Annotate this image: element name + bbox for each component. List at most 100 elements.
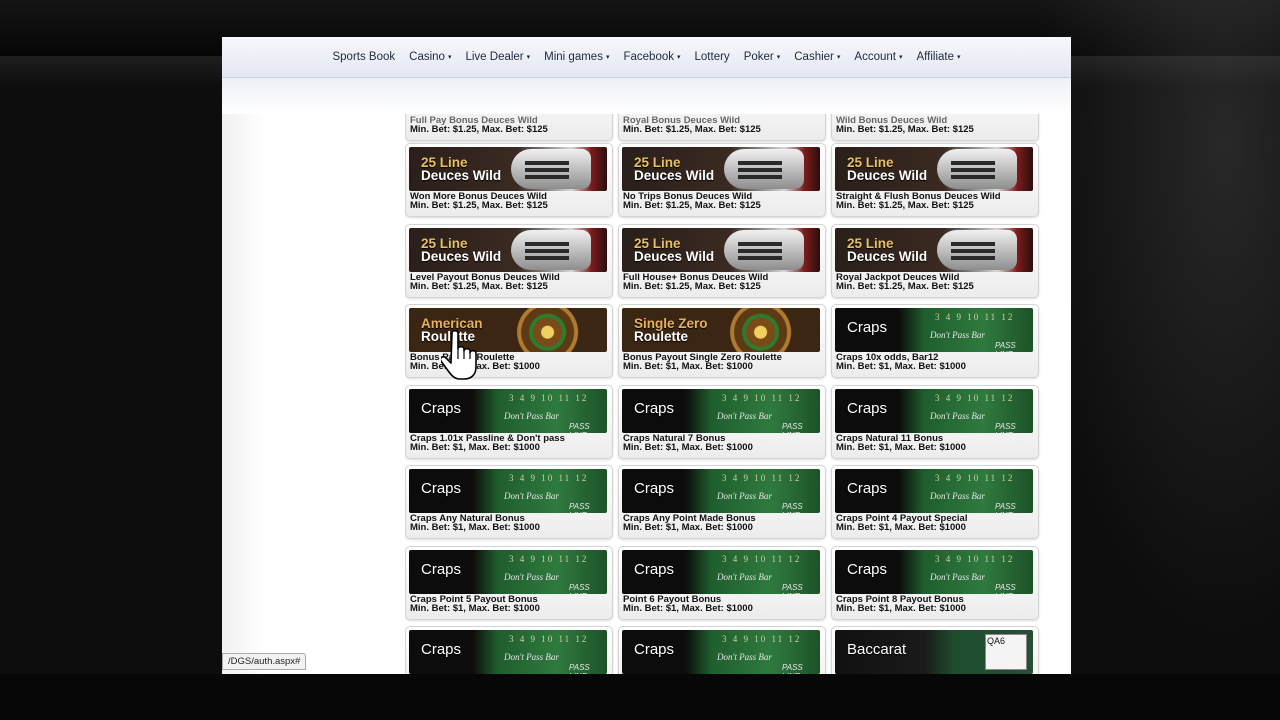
game-tile[interactable]: 25 Line Deuces Wild Full House+ Bonus Deuc… bbox=[618, 223, 826, 298]
game-banner-image: 25 Line Deuces Wild bbox=[622, 147, 820, 191]
game-bet-limits: Min. Bet: $1.25, Max. Bet: $125 bbox=[623, 124, 761, 135]
game-banner-title: Baccarat bbox=[847, 641, 907, 658]
craps-table-numbers: 3 4 9 10 11 12 bbox=[935, 392, 1015, 403]
game-banner-image: Craps 3 4 9 10 11 12 Don't Pass Bar PASS LI… bbox=[409, 469, 607, 513]
game-tile[interactable]: Craps 3 4 9 10 11 12 Don't Pass Bar PASS LI… bbox=[831, 545, 1039, 620]
game-banner-subtitle: Deuces Wild bbox=[634, 168, 715, 183]
game-bet-limits: Min. Bet: $1.25, Max. Bet: $125 bbox=[836, 124, 974, 135]
knight-helmet-icon bbox=[937, 229, 1017, 270]
craps-dont-pass-label: Don't Pass Bar bbox=[504, 652, 559, 662]
status-bar-url: /DGS/auth.aspx# bbox=[222, 653, 307, 670]
game-banner-image: Craps 3 4 9 10 11 12 Don't Pass Bar PASS LI… bbox=[835, 308, 1033, 352]
game-bet-limits: Min. Bet: $1, Max. Bet: $1000 bbox=[836, 441, 966, 453]
game-bet-limits: Min. Bet: $1.25, Max. Bet: $125 bbox=[836, 200, 974, 211]
game-bet-limits: Min. Bet: $1, Max. Bet: $1000 bbox=[836, 522, 966, 533]
craps-dont-pass-label: Don't Pass Bar bbox=[717, 652, 772, 662]
game-banner-title: Craps bbox=[634, 641, 675, 658]
nav-item-poker[interactable]: Poker ▾ bbox=[744, 51, 781, 63]
game-grid: Full Pay Bonus Deuces Wild Min. Bet: $1.2… bbox=[405, 114, 1041, 674]
game-banner-image: 25 Line Deuces Wild bbox=[835, 147, 1033, 191]
craps-dont-pass-label: Don't Pass Bar bbox=[930, 571, 985, 582]
game-tile[interactable]: Craps 3 4 9 10 11 12 Don't Pass Bar PASS LI… bbox=[405, 626, 613, 674]
game-banner-image: Craps 3 4 9 10 11 12 Don't Pass Bar PASS LI… bbox=[409, 549, 607, 594]
chevron-down-icon: ▾ bbox=[677, 54, 681, 61]
game-tile[interactable]: Craps 3 4 9 10 11 12 Don't Pass Bar PASS LI… bbox=[618, 626, 826, 674]
game-banner-image: 25 Line Deuces Wild bbox=[622, 227, 820, 272]
knight-helmet-icon bbox=[937, 149, 1017, 189]
nav-item-label: Lottery bbox=[694, 51, 730, 63]
game-banner-title: Craps bbox=[421, 560, 462, 578]
craps-table-numbers: 3 4 9 10 11 12 bbox=[935, 553, 1015, 564]
game-tile[interactable]: Craps 3 4 9 10 11 12 Don't Pass Bar PASS LI… bbox=[831, 384, 1039, 459]
game-tile[interactable]: Craps 3 4 9 10 11 12 Don't Pass Bar PASS LI… bbox=[405, 465, 613, 539]
game-bet-limits: Min. Bet: $1, Max. Bet: $1000 bbox=[836, 602, 966, 614]
game-bet-limits: Min. Bet: $1, Max. Bet: $1000 bbox=[410, 522, 540, 533]
game-banner-title: Craps bbox=[847, 319, 888, 336]
knight-helmet-icon bbox=[511, 229, 591, 270]
game-tile[interactable]: Craps 3 4 9 10 11 12 Don't Pass Bar PASS LI… bbox=[831, 304, 1039, 378]
game-banner-image: American Roulette bbox=[409, 308, 607, 352]
nav-item-label: Cashier bbox=[794, 51, 834, 63]
nav-item-casino[interactable]: Casino ▾ bbox=[409, 51, 451, 63]
game-tile[interactable]: Royal Bonus Deuces Wild Min. Bet: $1.25, … bbox=[618, 114, 826, 141]
craps-table-numbers: 3 4 9 10 11 12 bbox=[722, 473, 802, 483]
nav-item-label: Facebook bbox=[623, 51, 674, 63]
craps-dont-pass-label: Don't Pass Bar bbox=[504, 410, 559, 421]
game-bet-limits: Min. Bet: $1, Max. Bet: $1000 bbox=[623, 602, 753, 614]
game-banner-image: Craps 3 4 9 10 11 12 Don't Pass Bar PASS LI… bbox=[409, 630, 607, 674]
nav-item-sports-book[interactable]: Sports Book bbox=[332, 51, 395, 63]
game-banner-image: 25 Line Deuces Wild bbox=[409, 227, 607, 272]
game-bet-limits: Min. Bet: $1, Max. Bet: $1000 bbox=[410, 361, 540, 372]
game-tile[interactable]: Craps 3 4 9 10 11 12 Don't Pass Bar PASS LI… bbox=[618, 384, 826, 459]
game-banner-image: 25 Line Deuces Wild bbox=[835, 227, 1033, 272]
chevron-down-icon: ▾ bbox=[898, 54, 903, 61]
chevron-down-icon: ▾ bbox=[447, 54, 452, 61]
hand-cursor-icon bbox=[441, 329, 477, 380]
nav-item-label: Mini games bbox=[544, 51, 603, 63]
game-tile[interactable]: Single Zero Roulette Bonus Payout Single Z… bbox=[618, 304, 826, 378]
game-tile[interactable]: Craps 3 4 9 10 11 12 Don't Pass Bar PASS LI… bbox=[618, 545, 826, 620]
game-tile[interactable]: 25 Line Deuces Wild Straight & Flush Bonus… bbox=[831, 143, 1039, 217]
nav-item-cashier[interactable]: Cashier ▾ bbox=[794, 51, 840, 63]
game-tile[interactable]: 25 Line Deuces Wild No Trips Bonus Deuces … bbox=[618, 143, 826, 217]
game-banner-subtitle: Deuces Wild bbox=[634, 248, 715, 264]
craps-pass-line-label: PASS LINE bbox=[569, 421, 590, 433]
game-tile[interactable]: AmericanRouletteBonus Payout RouletteMin… bbox=[405, 304, 613, 378]
game-banner-image: Craps 3 4 9 10 11 12 Don't Pass Bar PASS LI… bbox=[622, 630, 820, 674]
game-banner-image: Craps 3 4 9 10 11 12 Don't Pass Bar PASS LI… bbox=[622, 469, 820, 513]
game-tile[interactable]: Wild Bonus Deuces Wild Min. Bet: $1.25, M… bbox=[831, 114, 1039, 141]
browser-page: Sports Book Casino ▾ Live Dealer ▾ Mini games… bbox=[222, 37, 1071, 674]
game-tile[interactable]: 25 Line Deuces Wild Royal Jackpot Deuces W… bbox=[831, 223, 1039, 298]
game-banner-subtitle: Deuces Wild bbox=[847, 248, 928, 264]
game-tile[interactable]: Baccarat QA6 bbox=[831, 626, 1039, 674]
nav-item-live-dealer[interactable]: Live Dealer ▾ bbox=[465, 51, 530, 63]
craps-pass-line-label: PASS LINE bbox=[782, 421, 803, 433]
craps-dont-pass-label: Don't Pass Bar bbox=[717, 571, 772, 582]
chevron-down-icon: ▾ bbox=[526, 54, 531, 61]
nav-item-mini-games[interactable]: Mini games ▾ bbox=[544, 51, 609, 63]
game-banner-subtitle: Deuces Wild bbox=[847, 168, 928, 183]
nav-item-facebook[interactable]: Facebook ▾ bbox=[623, 51, 680, 63]
nav-item-lottery[interactable]: Lottery bbox=[695, 51, 730, 63]
game-tile[interactable]: 25 Line Deuces Wild Level Payout Bonus Deu… bbox=[405, 223, 613, 298]
game-tile[interactable]: Craps 3 4 9 10 11 12 Don't Pass Bar PASS LI… bbox=[405, 384, 613, 459]
craps-table-numbers: 3 4 9 10 11 12 bbox=[935, 312, 1015, 322]
game-tile[interactable]: Full Pay Bonus Deuces Wild Min. Bet: $1.2… bbox=[405, 114, 613, 141]
game-tile[interactable]: Craps 3 4 9 10 11 12 Don't Pass Bar PASS LI… bbox=[831, 465, 1039, 539]
craps-table-numbers: 3 4 9 10 11 12 bbox=[509, 392, 589, 403]
game-tile[interactable]: 25 Line Deuces Wild Won More Bonus Deuces … bbox=[405, 143, 613, 217]
desktop-background-bottom bbox=[0, 674, 1280, 720]
game-banner-title: Craps bbox=[421, 641, 462, 658]
nav-item-account[interactable]: Account ▾ bbox=[854, 51, 902, 63]
game-tile[interactable]: Craps 3 4 9 10 11 12 Don't Pass Bar PASS LI… bbox=[618, 465, 826, 539]
craps-pass-line-label: PASS LINE bbox=[569, 502, 590, 513]
nav-item-affiliate[interactable]: Affiliate ▾ bbox=[916, 51, 960, 63]
nav-item-label: Account bbox=[854, 51, 896, 63]
craps-pass-line-label: PASS LINE bbox=[995, 341, 1016, 352]
game-tile[interactable]: Craps 3 4 9 10 11 12 Don't Pass Bar PASS LI… bbox=[405, 545, 613, 620]
knight-helmet-icon bbox=[511, 149, 591, 189]
game-bet-limits: Min. Bet: $1.25, Max. Bet: $125 bbox=[623, 280, 761, 292]
chevron-down-icon: ▾ bbox=[957, 54, 961, 61]
game-banner-title: Craps bbox=[634, 480, 675, 497]
game-banner-title: Craps bbox=[847, 480, 888, 497]
